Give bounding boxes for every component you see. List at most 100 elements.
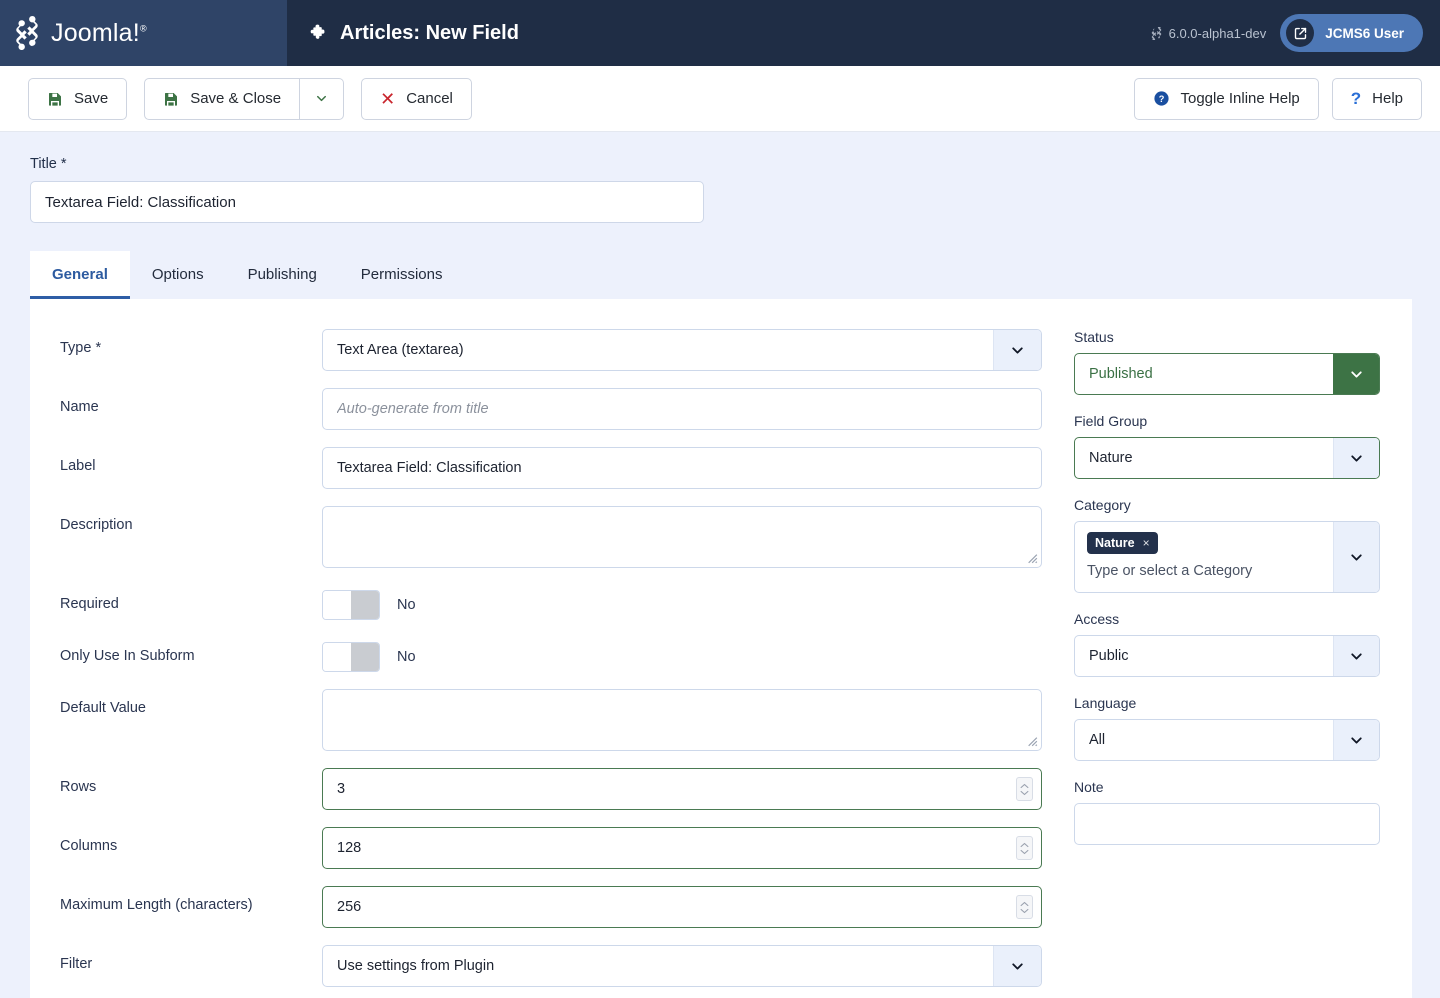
top-header: Joomla!® Articles: New Field 6.0.0-alpha… — [0, 0, 1440, 66]
admin-page: Joomla!® Articles: New Field 6.0.0-alpha… — [0, 0, 1440, 998]
description-label: Description — [60, 506, 322, 533]
field-row-description: Description — [60, 506, 1042, 568]
chevron-down-icon[interactable] — [1333, 354, 1379, 394]
cancel-button[interactable]: ✕ Cancel — [361, 78, 472, 120]
filter-select-value: Use settings from Plugin — [323, 958, 993, 974]
access-label: Access — [1074, 611, 1352, 627]
brand-wordmark: Joomla!® — [51, 19, 147, 48]
field-row-required: Required No — [60, 585, 1042, 620]
default-value-label: Default Value — [60, 689, 322, 716]
x-icon: ✕ — [380, 90, 395, 108]
filter-label: Filter — [60, 945, 322, 972]
sidebar-group-language: Language All — [1074, 695, 1352, 761]
type-select[interactable]: Text Area (textarea) — [322, 329, 1042, 371]
category-chip-nature[interactable]: Nature × — [1087, 532, 1158, 554]
toggle-inline-help-button[interactable]: ? Toggle Inline Help — [1134, 78, 1319, 120]
category-label: Category — [1074, 497, 1352, 513]
default-value-textarea[interactable] — [322, 689, 1042, 751]
language-select-value: All — [1075, 732, 1333, 748]
save-close-button-label: Save & Close — [190, 90, 281, 107]
columns-input[interactable] — [322, 827, 1042, 869]
description-textarea[interactable] — [322, 506, 1042, 568]
brand-area[interactable]: Joomla!® — [0, 0, 287, 66]
toggle-inline-help-label: Toggle Inline Help — [1181, 90, 1300, 107]
save-button-label: Save — [74, 90, 108, 107]
form-main-column: Type * Text Area (textarea) Name — [30, 329, 1042, 998]
maximum-length-input[interactable] — [322, 886, 1042, 928]
access-select[interactable]: Public — [1074, 635, 1380, 677]
status-select-value: Published — [1075, 366, 1333, 382]
field-row-type: Type * Text Area (textarea) — [60, 329, 1042, 371]
toggle-knob — [323, 643, 351, 671]
field-row-only-use-in-subform: Only Use In Subform No — [60, 637, 1042, 672]
toolbar-right: ? Toggle Inline Help ? Help — [1134, 78, 1423, 120]
external-link-icon — [1286, 19, 1314, 47]
floppy-disk-icon — [163, 91, 179, 107]
columns-stepper[interactable] — [1016, 836, 1033, 860]
title-block: Title * — [0, 132, 1440, 223]
general-panel: Type * Text Area (textarea) Name — [30, 299, 1412, 998]
field-group-select-value: Nature — [1075, 450, 1333, 466]
columns-label: Columns — [60, 827, 322, 854]
field-row-default-value: Default Value — [60, 689, 1042, 751]
toolbar: Save Save & Close — [0, 66, 1440, 132]
chevron-down-icon[interactable] — [1333, 522, 1379, 592]
help-button-label: Help — [1372, 90, 1403, 107]
field-group-select[interactable]: Nature — [1074, 437, 1380, 479]
page-title: Articles: New Field — [340, 22, 519, 45]
type-label: Type * — [60, 329, 322, 356]
version-indicator: 6.0.0-alpha1-dev — [1150, 26, 1267, 41]
field-row-rows: Rows — [60, 768, 1042, 810]
save-options-dropdown-button[interactable] — [300, 78, 344, 120]
chevron-down-icon[interactable] — [993, 330, 1041, 370]
header-right: 6.0.0-alpha1-dev JCMS6 User — [1150, 0, 1440, 66]
chevron-down-icon — [314, 91, 329, 106]
chevron-down-icon[interactable] — [993, 946, 1041, 986]
filter-select[interactable]: Use settings from Plugin — [322, 945, 1042, 987]
name-input[interactable] — [322, 388, 1042, 430]
maximum-length-stepper[interactable] — [1016, 895, 1033, 919]
save-close-button[interactable]: Save & Close — [144, 78, 300, 120]
category-body: Nature × Type or select a Category — [1075, 522, 1333, 592]
note-input[interactable] — [1074, 803, 1380, 845]
required-toggle[interactable] — [322, 590, 380, 620]
field-row-filter: Filter Use settings from Plugin — [60, 945, 1042, 987]
page-title-area: Articles: New Field — [287, 0, 1150, 66]
rows-input[interactable] — [322, 768, 1042, 810]
chevron-down-icon[interactable] — [1333, 636, 1379, 676]
save-close-split-button: Save & Close — [144, 78, 344, 120]
type-select-value: Text Area (textarea) — [323, 342, 993, 358]
close-icon[interactable]: × — [1143, 536, 1150, 550]
rows-stepper[interactable] — [1016, 777, 1033, 801]
chevron-down-icon[interactable] — [1333, 720, 1379, 760]
help-button[interactable]: ? Help — [1332, 78, 1422, 120]
only-use-in-subform-label: Only Use In Subform — [60, 637, 322, 664]
joomla-brand[interactable]: Joomla!® — [10, 16, 147, 50]
tab-bar: General Options Publishing Permissions — [30, 251, 1412, 299]
field-row-columns: Columns — [60, 827, 1042, 869]
save-button[interactable]: Save — [28, 78, 127, 120]
tab-options[interactable]: Options — [130, 251, 226, 299]
user-menu-button[interactable]: JCMS6 User — [1280, 14, 1423, 52]
svg-text:?: ? — [1158, 94, 1164, 104]
title-input[interactable] — [30, 181, 704, 223]
field-row-name: Name — [60, 388, 1042, 430]
joomla-logo-icon — [10, 16, 44, 50]
field-row-maximum-length: Maximum Length (characters) — [60, 886, 1042, 928]
label-input[interactable] — [322, 447, 1042, 489]
status-select[interactable]: Published — [1074, 353, 1380, 395]
field-sidebar: Status Published Field Group Nature — [1042, 329, 1382, 998]
language-select[interactable]: All — [1074, 719, 1380, 761]
tab-general[interactable]: General — [30, 251, 130, 299]
only-use-in-subform-toggle[interactable] — [322, 642, 380, 672]
note-label: Note — [1074, 779, 1352, 795]
chevron-down-icon[interactable] — [1333, 438, 1379, 478]
puzzle-piece-icon — [309, 23, 329, 43]
toolbar-left: Save Save & Close — [28, 78, 472, 120]
tab-publishing[interactable]: Publishing — [226, 251, 339, 299]
sidebar-group-status: Status Published — [1074, 329, 1352, 395]
tab-permissions[interactable]: Permissions — [339, 251, 465, 299]
toggle-knob — [323, 591, 351, 619]
category-field[interactable]: Nature × Type or select a Category — [1074, 521, 1380, 593]
toggle-track — [351, 591, 379, 619]
